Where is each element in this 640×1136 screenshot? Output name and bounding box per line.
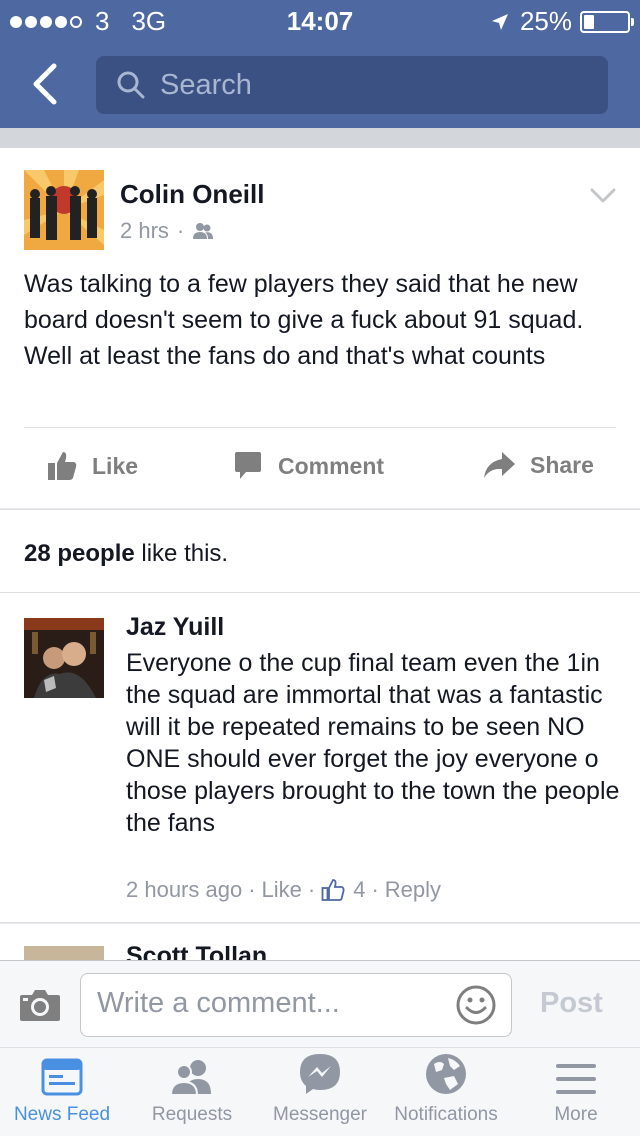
thumbs-up-outline-icon xyxy=(321,879,345,901)
like-label: Like xyxy=(92,452,139,479)
post-text: Was talking to a few players they said t… xyxy=(24,270,584,370)
post-author[interactable]: Colin Oneill xyxy=(120,179,264,210)
emoji-icon[interactable] xyxy=(455,984,497,1026)
comment-placeholder: Write a comment... xyxy=(97,987,340,1019)
battery-percent: 25% xyxy=(519,6,572,36)
comment-time: 2 hours ago xyxy=(126,877,243,902)
separator xyxy=(0,128,640,148)
nav-bar: Search xyxy=(0,40,640,128)
news-feed-icon xyxy=(41,1058,83,1096)
back-arrow-icon[interactable] xyxy=(28,62,62,106)
tab-label: Messenger xyxy=(273,1104,367,1125)
globe-icon xyxy=(426,1054,466,1094)
tab-label: Notifications xyxy=(394,1104,498,1125)
search-input[interactable]: Search xyxy=(96,56,608,114)
thumbs-up-icon xyxy=(48,452,77,480)
tab-messenger[interactable]: Messenger xyxy=(262,1048,378,1136)
post: Colin Oneill 2 hrs · Was talking to a fe… xyxy=(0,148,640,508)
search-icon xyxy=(117,71,145,99)
search-placeholder: Search xyxy=(160,68,252,101)
comment-meta: 2 hours ago · Like · 4 · Reply xyxy=(126,877,442,903)
tab-label: Requests xyxy=(151,1104,233,1125)
tab-requests[interactable]: Requests xyxy=(128,1048,256,1136)
tab-more[interactable]: More xyxy=(516,1048,636,1136)
messenger-icon xyxy=(300,1054,340,1094)
share-button[interactable]: Share xyxy=(482,450,594,480)
comment-reply-button[interactable]: Reply xyxy=(385,877,441,903)
commenter-name[interactable]: Scott Tollan xyxy=(126,942,267,960)
avatar-image xyxy=(24,170,104,250)
share-label: Share xyxy=(530,451,594,478)
commenter-name[interactable]: Jaz Yuill xyxy=(126,613,224,642)
share-arrow-icon xyxy=(484,452,515,478)
comment: Jaz Yuill Everyone o the cup final team … xyxy=(0,593,640,923)
comment-label: Comment xyxy=(278,452,385,479)
commenter-avatar[interactable] xyxy=(24,618,104,698)
comment-composer: Write a comment... Post xyxy=(0,960,640,1048)
post-actions: Like Comment Share xyxy=(0,428,640,508)
location-arrow-icon xyxy=(491,13,508,30)
avatar-image xyxy=(24,618,104,698)
tab-news-feed[interactable]: News Feed xyxy=(0,1048,124,1136)
menu-icon xyxy=(556,1064,596,1094)
comment-bubble-icon xyxy=(235,452,261,479)
comment-button[interactable]: Comment xyxy=(232,450,384,482)
tab-label: News Feed xyxy=(13,1104,111,1125)
likes-count: 28 people xyxy=(24,540,135,567)
comment-input[interactable]: Write a comment... xyxy=(80,973,512,1037)
camera-icon[interactable] xyxy=(18,987,62,1023)
tab-notifications[interactable]: Notifications xyxy=(384,1048,508,1136)
avatar[interactable] xyxy=(24,170,104,250)
status-bar: 3 3G 14:07 25% xyxy=(0,0,640,40)
post-meta: 2 hrs · xyxy=(120,218,214,244)
likes-summary[interactable]: 28 people like this. xyxy=(0,509,640,593)
friends-audience-icon xyxy=(193,223,214,239)
post-button[interactable]: Post xyxy=(540,987,603,1020)
header: 3 3G 14:07 25% Search xyxy=(0,0,640,128)
like-button[interactable]: Like xyxy=(46,450,138,482)
comment: Scott Tollan xyxy=(0,924,640,960)
comment-text: Everyone o the cup final team even the 1… xyxy=(126,649,620,837)
chevron-down-icon[interactable] xyxy=(590,188,616,204)
commenter-avatar[interactable] xyxy=(24,946,104,960)
comment-like-count: 4 xyxy=(353,877,366,902)
battery-icon xyxy=(580,10,634,33)
requests-icon xyxy=(169,1060,211,1096)
tab-label: More xyxy=(554,1104,598,1125)
tab-bar: News Feed Requests Messenger Notificatio… xyxy=(0,1048,640,1136)
comment-like-button[interactable]: Like xyxy=(262,877,302,903)
likes-suffix: like this. xyxy=(134,540,229,567)
post-time[interactable]: 2 hrs xyxy=(120,218,169,244)
